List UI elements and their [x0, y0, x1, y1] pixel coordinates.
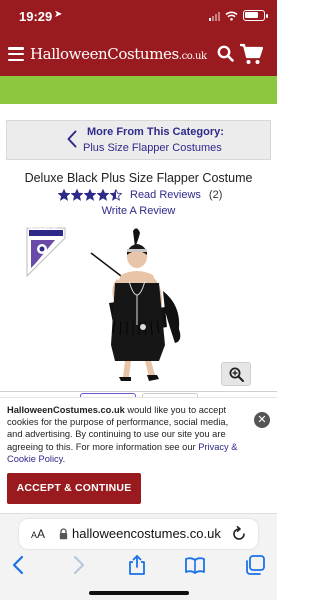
category-nav[interactable]: More From This Category: Plus Size Flapp… — [6, 120, 271, 160]
cookie-message: HalloweenCostumes.co.uk would like you t… — [7, 404, 245, 465]
badge-text: MADE BY US — [29, 226, 58, 231]
accept-continue-button[interactable]: ACCEPT & CONTINUE — [7, 473, 141, 504]
battery-icon — [243, 10, 268, 21]
star-icon — [71, 189, 83, 201]
made-by-us-badge — [26, 227, 66, 278]
star-icon — [58, 189, 70, 201]
url-text: halloweencostumes.co.uk — [72, 526, 221, 541]
back-icon[interactable] — [8, 554, 30, 576]
bookmarks-icon[interactable] — [184, 554, 206, 576]
star-rating — [58, 189, 122, 201]
close-icon[interactable]: ✕ — [254, 412, 270, 428]
cart-icon[interactable] — [239, 42, 263, 66]
search-icon[interactable] — [217, 45, 234, 62]
status-bar: 19:29 ➤ — [0, 0, 277, 34]
read-reviews-link[interactable]: Read Reviews — [130, 189, 201, 201]
reviews-count: (2) — [208, 189, 223, 201]
chevron-left-icon[interactable] — [67, 130, 77, 148]
browser-address-area: AA halloweencostumes.co.uk — [0, 513, 277, 551]
logo-main: HalloweenCostumes — [30, 45, 179, 63]
site-header: HalloweenCostumes.co.uk — [0, 34, 277, 76]
logo-suffix: .co.uk — [178, 51, 207, 62]
zoom-in-icon — [229, 367, 244, 382]
product-title: Deluxe Black Plus Size Flapper Costume — [24, 171, 253, 185]
product-image[interactable] — [85, 225, 195, 390]
lock-icon — [59, 528, 68, 540]
star-icon — [110, 189, 122, 201]
site-logo[interactable]: HalloweenCostumes.co.uk — [30, 45, 207, 63]
cookie-end: . — [62, 453, 66, 464]
rating-row: Read Reviews (2) — [58, 188, 222, 202]
promo-bar[interactable] — [0, 76, 277, 104]
cellular-signal-icon — [209, 11, 220, 21]
category-link[interactable]: Plus Size Flapper Costumes — [83, 142, 222, 154]
status-icons — [209, 10, 268, 21]
reader-options-button[interactable]: AA — [31, 527, 45, 541]
location-arrow-icon: ➤ — [54, 9, 63, 20]
category-title: More From This Category: — [87, 126, 224, 138]
wifi-icon — [225, 11, 238, 21]
forward-icon[interactable] — [67, 554, 89, 576]
home-indicator — [89, 591, 189, 595]
status-time: 19:29 — [19, 9, 53, 24]
address-bar[interactable]: AA halloweencostumes.co.uk — [19, 519, 258, 549]
share-icon[interactable] — [126, 554, 148, 576]
reload-icon[interactable] — [231, 526, 247, 542]
zoom-button[interactable] — [221, 362, 251, 386]
battery-level — [245, 12, 258, 18]
star-icon — [84, 189, 96, 201]
write-review-link[interactable]: Write A Review — [0, 205, 277, 217]
star-icon — [97, 189, 109, 201]
cookie-banner: HalloweenCostumes.co.uk would like you t… — [0, 397, 277, 513]
menu-icon[interactable] — [8, 47, 24, 61]
tabs-icon[interactable] — [244, 554, 266, 576]
cookie-brand: HalloweenCostumes.co.uk — [7, 405, 125, 415]
